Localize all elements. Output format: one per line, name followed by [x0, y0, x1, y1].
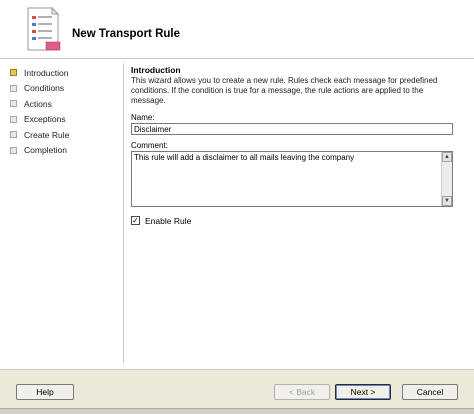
checkmark-icon: ✓ [132, 216, 139, 226]
scroll-up-arrow-icon[interactable]: ▲ [442, 151, 452, 162]
intro-description: This wizard allows you to create a new r… [131, 76, 438, 106]
wizard-title: New Transport Rule [72, 28, 180, 40]
step-indicator-icon [10, 69, 17, 77]
wizard-footer: Help < Back Next > Cancel [0, 369, 474, 414]
comment-text: This rule will add a disclaimer to all m… [134, 152, 355, 162]
wizard-content: Introduction This wizard allows you to c… [131, 65, 453, 226]
next-button[interactable]: Next > [335, 384, 391, 400]
section-heading: Introduction [131, 65, 181, 75]
comment-scrollbar[interactable]: ▲ ▼ [441, 151, 452, 206]
help-button[interactable]: Help [16, 384, 74, 400]
enable-rule-checkbox[interactable]: ✓ [131, 216, 140, 226]
nav-step-actions: Actions [8, 96, 118, 112]
nav-divider [123, 63, 124, 363]
nav-step-introduction: Introduction [8, 65, 118, 81]
enable-rule-label[interactable]: Enable Rule [145, 216, 191, 226]
name-label: Name: [131, 112, 155, 122]
cancel-button[interactable]: Cancel [402, 384, 458, 400]
nav-step-label: Conditions [24, 83, 65, 94]
nav-step-conditions: Conditions [8, 81, 118, 97]
wizard-step-list: Introduction Conditions Actions Exceptio… [8, 65, 118, 158]
nav-step-create-rule: Create Rule [8, 127, 118, 143]
step-indicator-icon [10, 131, 17, 139]
nav-step-completion: Completion [8, 143, 118, 159]
wizard-body: Introduction Conditions Actions Exceptio… [0, 59, 474, 369]
back-button[interactable]: < Back [274, 384, 330, 400]
wizard-header: New Transport Rule [0, 0, 474, 59]
comment-label: Comment: [131, 140, 168, 150]
step-indicator-icon [10, 146, 17, 154]
step-indicator-icon [10, 100, 17, 108]
comment-textarea[interactable]: This rule will add a disclaimer to all m… [131, 150, 453, 207]
nav-step-label: Exceptions [24, 114, 66, 125]
nav-step-label: Create Rule [24, 129, 70, 140]
step-indicator-icon [10, 84, 17, 92]
bottom-strip [0, 408, 474, 414]
nav-step-label: Actions [24, 98, 52, 109]
name-input[interactable]: Disclaimer [131, 122, 453, 135]
nav-step-exceptions: Exceptions [8, 112, 118, 128]
enable-rule-row: ✓ Enable Rule [131, 216, 453, 226]
step-indicator-icon [10, 115, 17, 123]
scroll-down-arrow-icon[interactable]: ▼ [442, 195, 452, 206]
nav-step-label: Completion [24, 145, 67, 156]
wizard-document-icon [27, 6, 61, 51]
nav-step-label: Introduction [24, 67, 69, 78]
